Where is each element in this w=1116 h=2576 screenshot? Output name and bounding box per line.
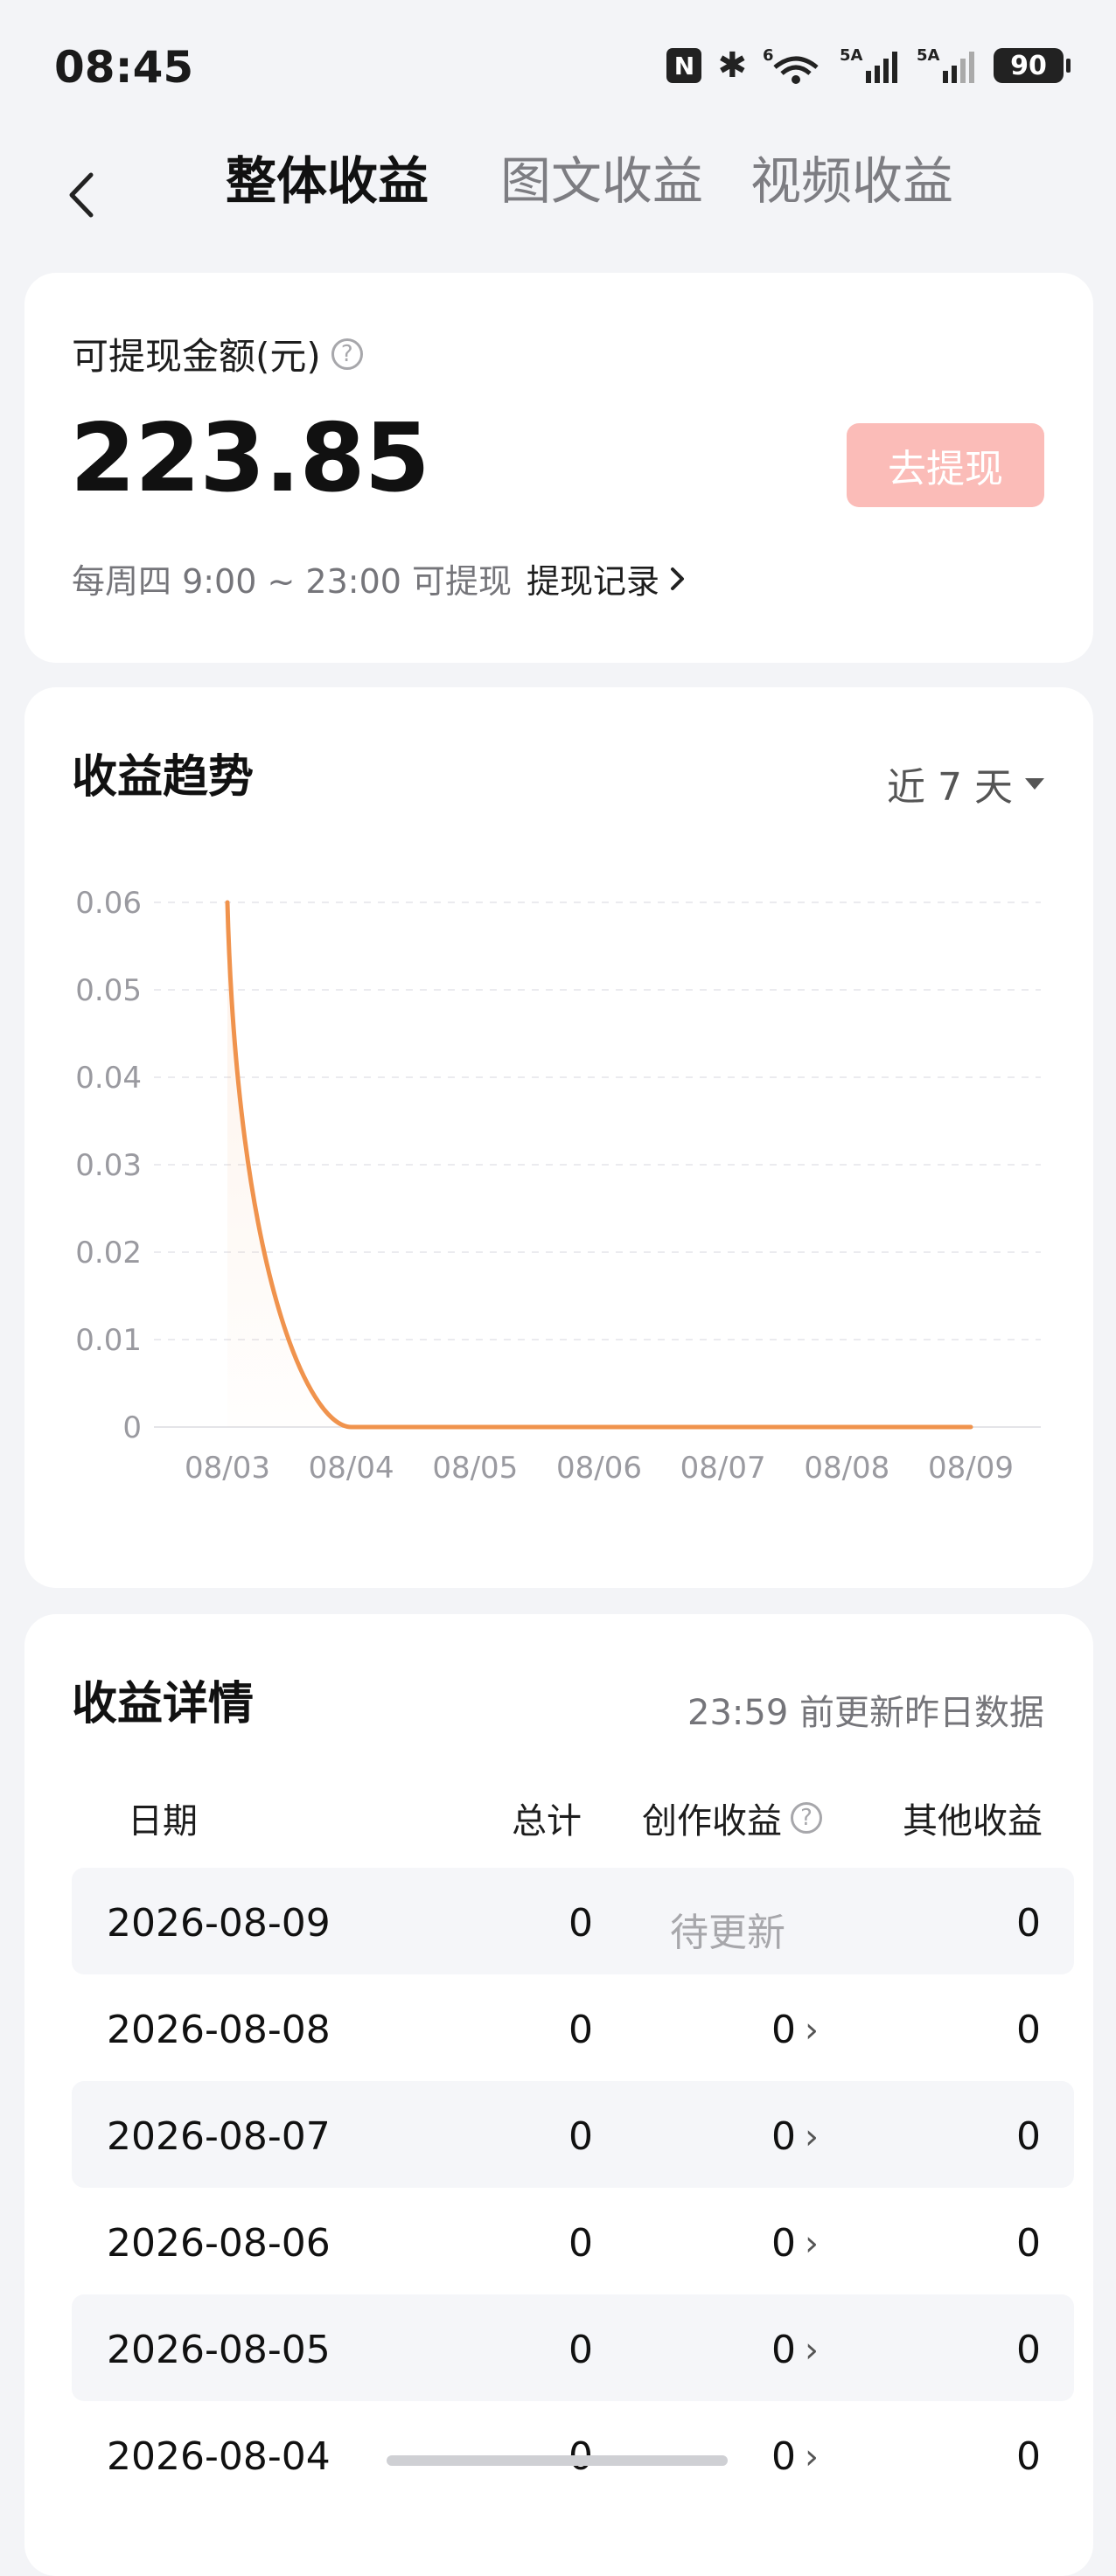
table-row: 2026-08-0700›0 [72,2081,1074,2188]
row-date: 2026-08-05 [107,2328,331,2372]
chevron-right-icon: › [805,2224,819,2264]
trend-chart: 0 0.01 0.02 0.03 0.04 0.05 0.06 08/03 08/04 08/05… [24,687,1093,1588]
row-creation[interactable]: 0› [771,2008,819,2052]
chevron-left-icon [61,164,100,226]
details-title: 收益详情 [72,1667,254,1732]
row-creation: 待更新 [670,1901,785,1957]
col-date: 日期 [128,1793,198,1843]
balance-label: 可提现金额(元) [72,327,321,380]
x-tick-label: 08/03 [185,1451,270,1486]
row-creation-value: 0 [771,2221,796,2266]
status-icons: N ✱ 6 5A 5A 90 [666,45,1064,86]
status-bar: 08:45 N ✱ 6 5A 5A 90 [0,0,1116,131]
balance-label-row: 可提现金额(元) ? [72,327,363,380]
x-tick-label: 08/07 [680,1451,766,1486]
withdraw-record-link[interactable]: 提现记录 [527,554,687,602]
row-creation[interactable]: 0› [771,2328,819,2372]
svg-text:6: 6 [763,46,774,65]
y-tick-label: 0.02 [75,1236,142,1271]
balance-card: 可提现金额(元) ? 223.85 去提现 每周四 9:00 ~ 23:00 可… [24,273,1093,663]
signal-icon-2: 5A [917,46,978,85]
col-total: 总计 [512,1793,582,1843]
table-row: 2026-08-0600›0 [72,2188,1074,2294]
row-creation[interactable]: 0› [771,2434,819,2479]
table-row: 2026-08-09 0 待更新 0 [72,1868,1074,1974]
withdraw-record-label: 提现记录 [527,554,659,602]
chevron-right-icon: › [805,2010,819,2050]
row-creation-value: 0 [771,2114,796,2159]
chevron-right-icon: › [805,2437,819,2477]
row-date: 2026-08-08 [107,2008,331,2052]
row-total: 0 [568,2008,593,2052]
col-creation: 创作收益 ? [642,1793,822,1843]
col-creation-label: 创作收益 [642,1793,782,1843]
row-creation[interactable]: 0› [771,2114,819,2159]
table-row: 2026-08-0800›0 [72,1974,1074,2081]
y-tick-label: 0.03 [75,1148,142,1183]
row-creation-value: 待更新 [670,1901,785,1957]
y-tick-label: 0.04 [75,1061,142,1096]
tab-article[interactable]: 图文收益 [500,140,703,213]
row-total: 0 [568,2221,593,2266]
row-creation-value: 0 [771,2434,796,2479]
table-row: 2026-08-0400›0 [72,2401,1074,2508]
row-other: 0 [1016,2114,1041,2159]
row-total: 0 [568,2114,593,2159]
table-body: 2026-08-090待更新02026-08-0800›02026-08-070… [72,1868,1074,2508]
row-other: 0 [1016,2328,1041,2372]
status-time: 08:45 [54,42,193,93]
tab-overall[interactable]: 整体收益 [226,140,429,213]
update-note: 23:59 前更新昨日数据 [687,1684,1044,1735]
y-tick-label: 0.06 [75,886,142,921]
row-total: 0 [568,1901,593,1946]
x-tick-label: 08/04 [309,1451,394,1486]
row-other: 0 [1016,1901,1041,1946]
row-other: 0 [1016,2221,1041,2266]
battery-icon: 90 [994,48,1064,83]
row-other: 0 [1016,2008,1041,2052]
withdraw-button[interactable]: 去提现 [847,423,1044,507]
col-other: 其他收益 [903,1793,1043,1843]
table-row: 2026-08-0500›0 [72,2294,1074,2401]
details-card: 收益详情 23:59 前更新昨日数据 日期 总计 创作收益 ? 其他收益 202… [24,1614,1093,2576]
row-other: 0 [1016,2434,1041,2479]
svg-text:5A: 5A [840,46,863,65]
wifi-icon: 6 [763,46,824,85]
tab-video[interactable]: 视频收益 [750,140,953,213]
nfc-icon: N [666,48,701,83]
row-creation-value: 0 [771,2008,796,2052]
top-nav: 整体收益 图文收益 视频收益 [0,131,1116,245]
row-date: 2026-08-06 [107,2221,331,2266]
balance-amount: 223.85 [70,404,429,513]
row-date: 2026-08-04 [107,2434,331,2479]
bluetooth-icon: ✱ [717,45,747,86]
home-indicator [387,2455,728,2466]
svg-text:5A: 5A [917,46,940,65]
y-tick-label: 0.05 [75,973,142,1008]
chevron-right-icon [668,564,687,594]
y-tick-label: 0.01 [75,1323,142,1358]
x-tick-label: 08/09 [928,1451,1014,1486]
signal-icon: 5A [840,46,901,85]
row-date: 2026-08-07 [107,2114,331,2159]
row-date: 2026-08-09 [107,1901,331,1946]
help-icon[interactable]: ? [791,1802,822,1834]
help-icon[interactable]: ? [331,338,363,370]
row-creation[interactable]: 0› [771,2221,819,2266]
x-tick-label: 08/05 [432,1451,518,1486]
row-creation-value: 0 [771,2328,796,2372]
table-header: 日期 总计 创作收益 ? 其他收益 [72,1780,1046,1850]
trend-card: 收益趋势 近 7 天 00.010.020.030.040.050.0608/0… [24,687,1093,1588]
x-tick-label: 08/08 [804,1451,889,1486]
x-tick-label: 08/06 [556,1451,642,1486]
back-button[interactable] [61,164,100,226]
row-total: 0 [568,2328,593,2372]
chevron-right-icon: › [805,2330,819,2371]
withdraw-schedule-note: 每周四 9:00 ~ 23:00 可提现 [72,554,512,602]
y-tick-label: 0 [122,1410,142,1445]
chevron-right-icon: › [805,2117,819,2157]
battery-level: 90 [1010,51,1047,81]
